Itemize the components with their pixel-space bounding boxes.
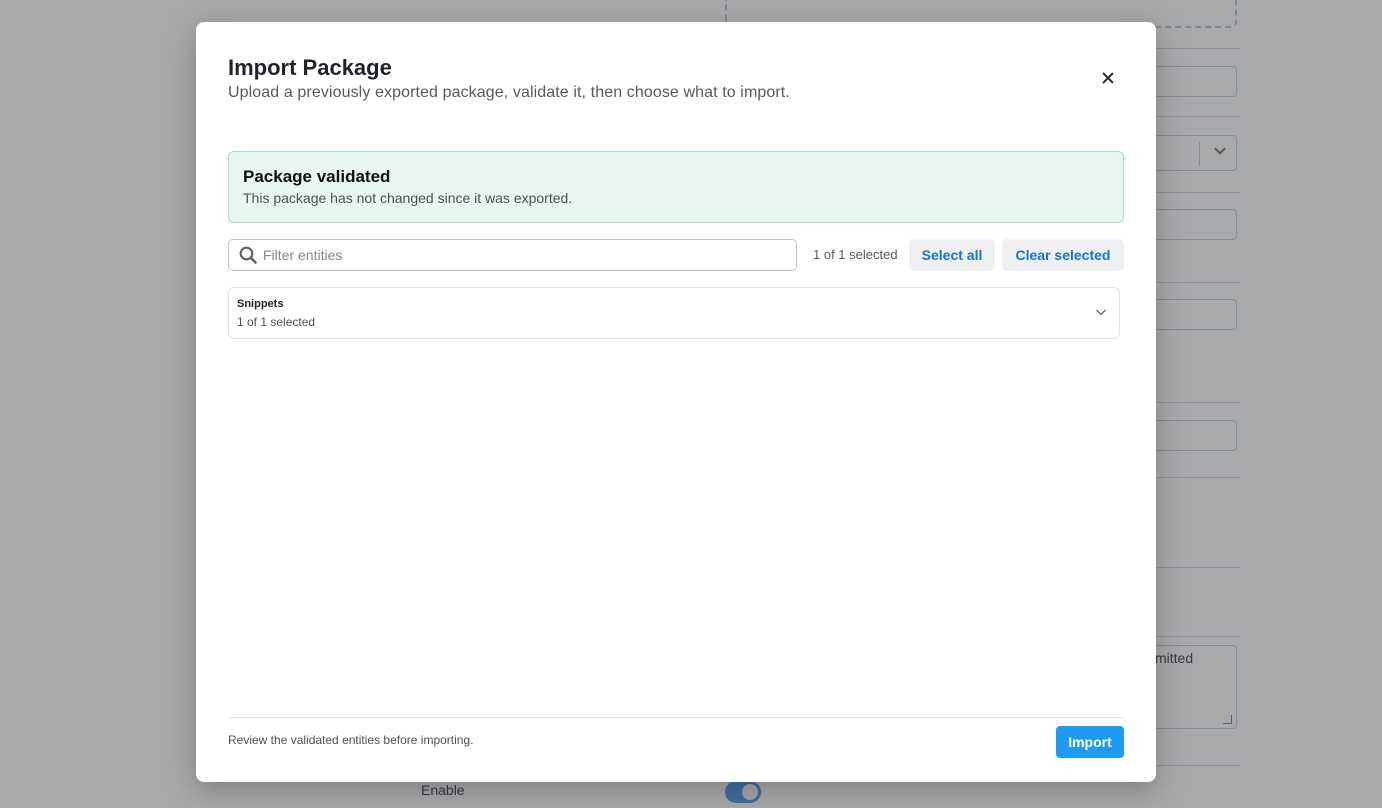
select-all-button[interactable]: Select all xyxy=(909,239,995,271)
entity-group-snippets[interactable]: Snippets 1 of 1 selected xyxy=(228,287,1120,339)
clear-selected-button[interactable]: Clear selected xyxy=(1002,239,1124,271)
validation-alert: Package validated This package has not c… xyxy=(228,151,1124,223)
chevron-down-icon[interactable] xyxy=(1095,306,1107,318)
selection-count: 1 of 1 selected xyxy=(813,247,898,262)
import-button[interactable]: Import xyxy=(1056,726,1124,758)
search-icon xyxy=(239,246,257,264)
import-package-modal: Import Package Upload a previously expor… xyxy=(196,22,1156,782)
modal-title: Import Package xyxy=(228,55,392,80)
alert-text: This package has not changed since it wa… xyxy=(243,190,573,206)
close-icon[interactable] xyxy=(1094,64,1122,92)
filter-entities-input[interactable] xyxy=(263,240,783,270)
footer-note: Review the validated entities before imp… xyxy=(228,733,474,747)
modal-subtitle: Upload a previously exported package, va… xyxy=(228,84,790,101)
group-selection-count: 1 of 1 selected xyxy=(237,315,316,329)
footer-divider xyxy=(228,717,1124,718)
alert-title: Package validated xyxy=(243,167,391,186)
filter-entities-field[interactable] xyxy=(228,239,797,271)
group-title: Snippets xyxy=(237,298,284,310)
